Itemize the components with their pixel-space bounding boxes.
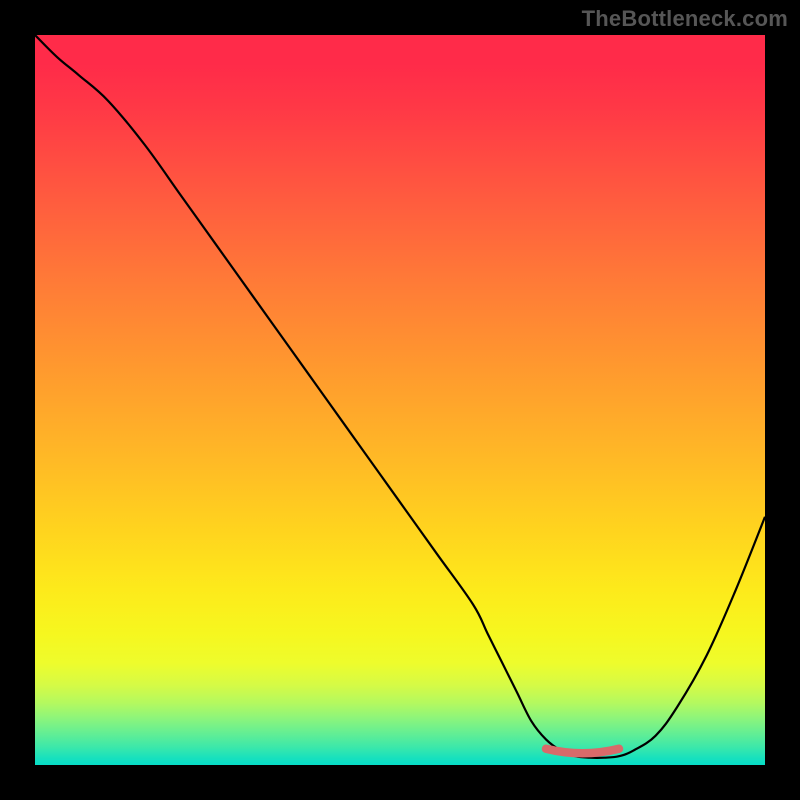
chart-plot-area (35, 35, 765, 765)
chart-svg (35, 35, 765, 765)
chart-curve-line (35, 35, 765, 758)
watermark-text: TheBottleneck.com (582, 6, 788, 32)
chart-optimal-marker (546, 749, 619, 754)
